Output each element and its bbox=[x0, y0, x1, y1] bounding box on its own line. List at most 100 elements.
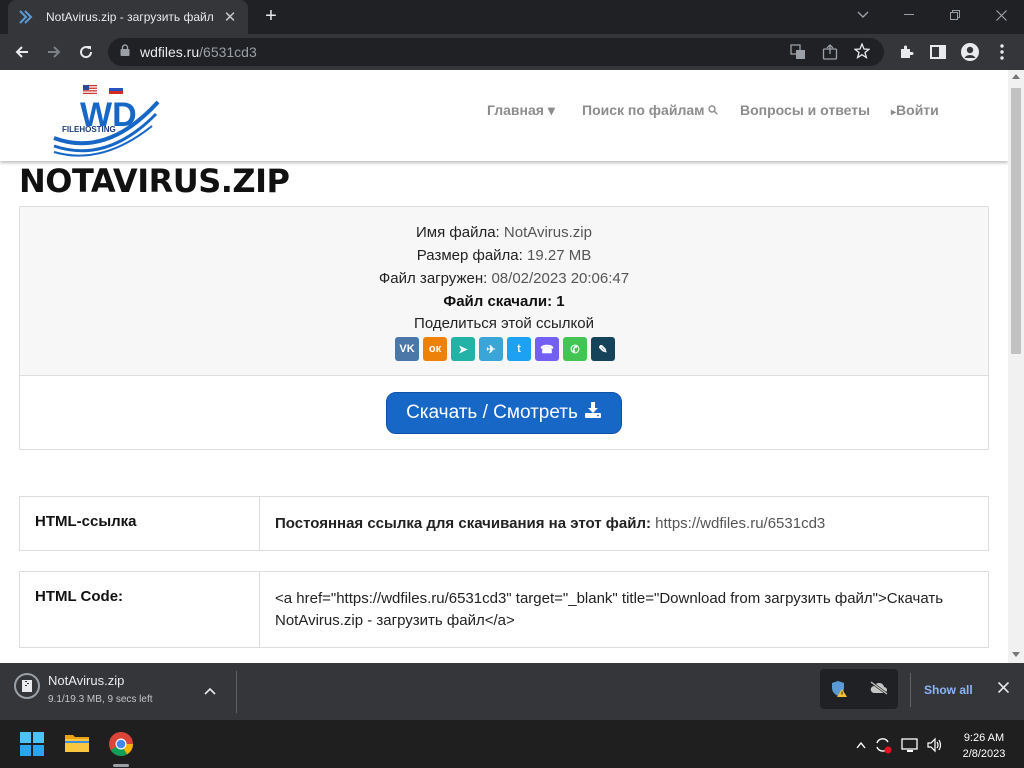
nav-login-label: Войти bbox=[896, 102, 939, 118]
scroll-down-arrow-icon[interactable] bbox=[1012, 652, 1020, 657]
share-icon[interactable] bbox=[822, 44, 838, 65]
chrome-icon[interactable] bbox=[108, 731, 134, 757]
close-window-button[interactable] bbox=[978, 0, 1024, 30]
clock-time: 9:26 AM bbox=[963, 732, 1005, 744]
site-logo[interactable]: WD FILEHOSTING bbox=[52, 92, 162, 163]
share-yandex-messenger-icon[interactable]: ➤ bbox=[451, 337, 475, 361]
file-info-panel: Имя файла: NotAvirus.zip Размер файла: 1… bbox=[19, 206, 989, 450]
share-vk-icon[interactable]: VK bbox=[395, 337, 419, 361]
minimize-button[interactable] bbox=[886, 0, 932, 30]
html-code-row: HTML Code: <a href="https://wdfiles.ru/6… bbox=[19, 571, 989, 648]
browser-tab[interactable]: NotAvirus.zip - загрузить файл ✕ bbox=[8, 0, 248, 34]
url-host: wdfiles.ru bbox=[140, 44, 200, 60]
side-panel-icon[interactable] bbox=[924, 38, 952, 66]
scrollbar-thumb[interactable] bbox=[1011, 88, 1021, 354]
extensions-icon[interactable] bbox=[892, 38, 920, 66]
download-item[interactable]: NotAvirus.zip 9.1/19.3 MB, 9 secs left bbox=[14, 673, 153, 705]
address-bar[interactable]: wdfiles.ru/6531cd3 bbox=[108, 38, 884, 66]
download-file-name: NotAvirus.zip bbox=[48, 673, 125, 688]
nav-search-label: Поиск по файлам bbox=[582, 102, 705, 118]
logo-sub: FILEHOSTING bbox=[62, 125, 116, 134]
url-path: /6531cd3 bbox=[199, 44, 257, 60]
active-app-indicator bbox=[113, 764, 129, 767]
download-button-label: Скачать / Смотреть bbox=[406, 402, 578, 423]
show-all-button[interactable]: Show all bbox=[924, 683, 973, 697]
page-title: NOTAVIRUS.ZIP bbox=[19, 162, 290, 200]
file-info-details: Имя файла: NotAvirus.zip Размер файла: 1… bbox=[20, 207, 988, 376]
share-whatsapp-icon[interactable]: ✆ bbox=[563, 337, 587, 361]
share-telegram-icon[interactable]: ✈ bbox=[479, 337, 503, 361]
download-icon bbox=[584, 401, 602, 425]
forward-button[interactable] bbox=[40, 38, 68, 66]
html-link-row: HTML-ссылка Постоянная ссылка для скачив… bbox=[19, 496, 989, 551]
file-name-label: Имя файла: bbox=[416, 224, 500, 241]
download-view-button[interactable]: Скачать / Смотреть bbox=[386, 392, 622, 434]
browser-tab-strip: NotAvirus.zip - загрузить файл ✕ + bbox=[0, 0, 1024, 34]
scroll-up-arrow-icon[interactable] bbox=[1012, 74, 1020, 79]
tab-close-icon[interactable]: ✕ bbox=[222, 8, 238, 26]
security-notice-group bbox=[820, 669, 898, 709]
file-uploaded-line: Файл загружен: 08/02/2023 20:06:47 bbox=[20, 270, 988, 287]
file-size-value: 19.27 MB bbox=[527, 247, 592, 264]
tab-search-button[interactable] bbox=[840, 0, 886, 30]
tab-title: NotAvirus.zip - загрузить файл bbox=[46, 10, 214, 24]
nav-search[interactable]: Поиск по файлам bbox=[582, 102, 719, 118]
translate-icon[interactable] bbox=[790, 44, 806, 65]
file-name-line: Имя файла: NotAvirus.zip bbox=[20, 224, 988, 241]
bookmark-star-icon[interactable] bbox=[853, 42, 871, 64]
file-name-value: NotAvirus.zip bbox=[503, 224, 592, 241]
site-header: WD FILEHOSTING Главная ▾ Поиск по файлам… bbox=[0, 70, 1008, 161]
lock-icon[interactable] bbox=[120, 43, 130, 61]
shield-warning-icon[interactable] bbox=[830, 680, 848, 703]
windows-start-icon[interactable] bbox=[20, 732, 46, 758]
ru-flag-icon[interactable] bbox=[109, 81, 123, 94]
share-viber-icon[interactable]: ☎ bbox=[535, 337, 559, 361]
share-livejournal-icon[interactable]: ✎ bbox=[591, 337, 615, 361]
zip-file-icon bbox=[14, 673, 40, 699]
caret-down-icon: ▾ bbox=[547, 102, 555, 118]
browser-toolbar: wdfiles.ru/6531cd3 bbox=[0, 34, 1024, 70]
html-link-label: HTML-ссылка bbox=[20, 497, 260, 550]
download-shelf: NotAvirus.zip 9.1/19.3 MB, 9 secs left S… bbox=[0, 663, 1024, 720]
taskbar-clock[interactable]: 9:26 AM 2/8/2023 bbox=[952, 730, 1016, 762]
nav-login[interactable]: ▸Войти bbox=[891, 102, 939, 118]
nav-home-label: Главная bbox=[487, 102, 544, 118]
tray-overflow-chevron-icon[interactable] bbox=[852, 736, 870, 754]
file-uploaded-label: Файл загружен: bbox=[378, 270, 488, 287]
browser-menu-icon[interactable] bbox=[988, 38, 1016, 66]
html-code-value[interactable]: <a href="https://wdfiles.ru/6531cd3" tar… bbox=[260, 572, 988, 647]
nav-home[interactable]: Главная ▾ bbox=[487, 102, 555, 119]
us-flag-icon[interactable] bbox=[83, 81, 97, 94]
site-favicon-icon bbox=[18, 9, 34, 25]
close-shelf-icon[interactable] bbox=[997, 680, 1010, 698]
share-twitter-icon[interactable]: t bbox=[507, 337, 531, 361]
page-scrollbar[interactable] bbox=[1008, 70, 1024, 663]
reload-button[interactable] bbox=[72, 38, 100, 66]
share-label: Поделиться этой ссылкой bbox=[414, 315, 594, 332]
file-uploaded-value: 08/02/2023 20:06:47 bbox=[491, 270, 630, 287]
download-separator bbox=[236, 671, 237, 713]
search-icon bbox=[708, 102, 719, 118]
volume-icon[interactable] bbox=[926, 736, 944, 754]
html-code-label: HTML Code: bbox=[20, 572, 260, 647]
download-count: Файл скачали: 1 bbox=[443, 293, 565, 310]
chevron-up-icon[interactable] bbox=[204, 683, 216, 698]
html-link-text: Постоянная ссылка для скачивания на этот… bbox=[275, 515, 651, 532]
back-button[interactable] bbox=[8, 38, 36, 66]
new-tab-button[interactable]: + bbox=[260, 6, 282, 28]
clock-date: 2/8/2023 bbox=[962, 748, 1006, 760]
share-odnoklassniki-icon[interactable]: ок bbox=[423, 337, 447, 361]
html-link-url[interactable]: https://wdfiles.ru/6531cd3 bbox=[655, 515, 825, 532]
network-icon[interactable] bbox=[901, 736, 919, 754]
file-size-label: Размер файла: bbox=[416, 247, 523, 264]
cloud-off-icon[interactable] bbox=[870, 681, 888, 700]
page-viewport: WD FILEHOSTING Главная ▾ Поиск по файлам… bbox=[0, 70, 1008, 663]
file-size-line: Размер файла: 19.27 MB bbox=[20, 247, 988, 264]
file-explorer-icon[interactable] bbox=[64, 731, 90, 757]
restore-button[interactable] bbox=[932, 0, 978, 30]
profile-avatar-icon[interactable] bbox=[956, 38, 984, 66]
html-link-cell: Постоянная ссылка для скачивания на этот… bbox=[260, 497, 988, 550]
sync-error-icon[interactable] bbox=[874, 736, 892, 754]
share-buttons: VK ок ➤ ✈ t ☎ ✆ ✎ bbox=[395, 337, 615, 361]
nav-faq[interactable]: Вопросы и ответы bbox=[740, 102, 870, 118]
